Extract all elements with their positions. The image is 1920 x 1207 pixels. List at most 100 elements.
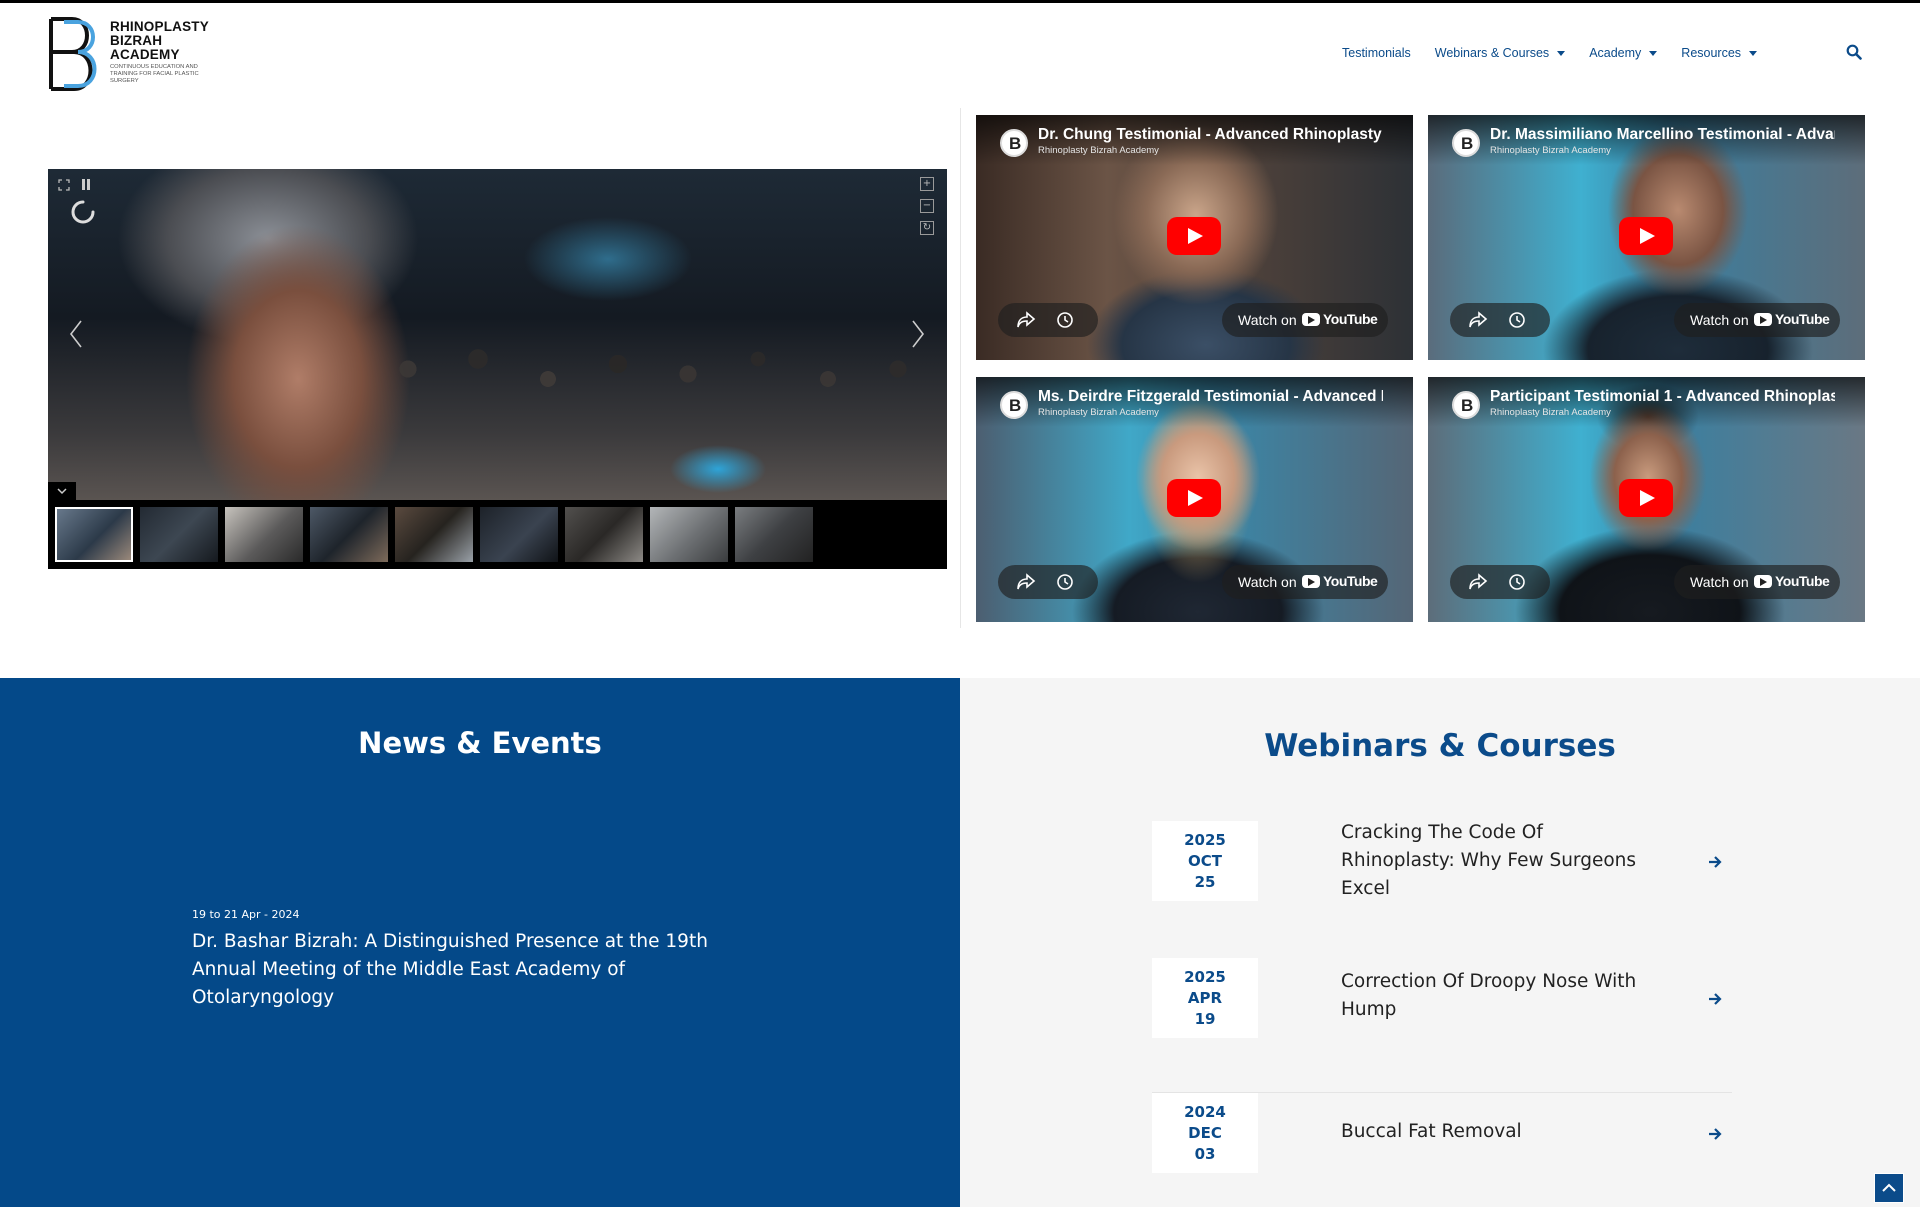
youtube-play-icon[interactable]	[1619, 217, 1673, 255]
zoom-out-icon[interactable]: −	[920, 199, 934, 213]
arrow-right-icon[interactable]	[1707, 1126, 1723, 1142]
thumbnail-3[interactable]	[225, 507, 303, 562]
thumbnail-7[interactable]	[565, 507, 643, 562]
main-nav: Testimonials Webinars & Courses Academy …	[1342, 46, 1781, 60]
fullscreen-icon[interactable]	[58, 179, 70, 191]
video-embed-2[interactable]: B Dr. Massimiliano Marcellino Testimonia…	[1428, 115, 1865, 360]
course-item[interactable]: 2025 OCT 25 Cracking The Code Of Rhinopl…	[1152, 821, 1732, 956]
video-title[interactable]: Dr. Chung Testimonial - Advanced Rhinopl…	[1038, 126, 1383, 144]
scroll-to-top-button[interactable]	[1874, 1173, 1904, 1203]
watch-on-youtube-button[interactable]: Watch on YouTube	[1222, 565, 1388, 599]
share-icon[interactable]	[1468, 573, 1488, 591]
course-day: 25	[1194, 873, 1216, 891]
course-date-badge: 2024 DEC 03	[1152, 1093, 1258, 1173]
course-title[interactable]: Cracking The Code Of Rhinoplasty: Why Fe…	[1341, 819, 1661, 903]
youtube-logo-icon	[1302, 575, 1320, 588]
zoom-in-icon[interactable]: +	[920, 177, 934, 191]
channel-avatar-icon[interactable]: B	[1000, 391, 1028, 419]
video-embed-3[interactable]: B Ms. Deirdre Fitzgerald Testimonial - A…	[976, 377, 1413, 622]
chevron-down-icon	[57, 488, 67, 495]
site-logo[interactable]: RHINOPLASTY BIZRAH ACADEMY Continuous ed…	[48, 16, 218, 92]
thumbnail-toggle[interactable]	[48, 482, 76, 500]
video-title[interactable]: Ms. Deirdre Fitzgerald Testimonial - Adv…	[1038, 388, 1383, 406]
watch-on-youtube-button[interactable]: Watch on YouTube	[1222, 303, 1388, 337]
arrow-right-icon[interactable]	[1707, 991, 1723, 1007]
slide-audience	[368, 309, 947, 459]
search-icon[interactable]	[1846, 44, 1862, 60]
clock-icon[interactable]	[1508, 573, 1526, 591]
arrow-right-icon[interactable]	[1707, 854, 1723, 870]
channel-avatar-icon[interactable]: B	[1452, 391, 1480, 419]
thumbnail-5[interactable]	[395, 507, 473, 562]
thumbnail-1[interactable]	[55, 507, 133, 562]
course-year: 2025	[1184, 831, 1226, 849]
watch-label: Watch on	[1690, 312, 1749, 328]
caret-down-icon	[1649, 50, 1658, 56]
share-icon[interactable]	[1468, 311, 1488, 329]
youtube-wordmark: YouTube	[1775, 573, 1830, 589]
video-title[interactable]: Participant Testimonial 1 - Advanced Rhi…	[1490, 388, 1835, 406]
course-day: 19	[1194, 1010, 1216, 1028]
thumbnail-6[interactable]	[480, 507, 558, 562]
nav-webinars-courses-label: Webinars & Courses	[1434, 46, 1550, 60]
clock-icon[interactable]	[1056, 573, 1074, 591]
video-actions	[1450, 565, 1550, 599]
course-item[interactable]: 2024 DEC 03 Buccal Fat Removal	[1152, 1093, 1732, 1207]
rotate-icon[interactable]: ↻	[920, 221, 934, 235]
thumbnail-8[interactable]	[650, 507, 728, 562]
channel-avatar-icon[interactable]: B	[1452, 129, 1480, 157]
thumbnail-9[interactable]	[735, 507, 813, 562]
video-embed-1[interactable]: B Dr. Chung Testimonial - Advanced Rhino…	[976, 115, 1413, 360]
slide-image	[48, 169, 947, 500]
thumbnail-4[interactable]	[310, 507, 388, 562]
loading-spinner-icon	[71, 200, 95, 224]
video-actions	[1450, 303, 1550, 337]
youtube-play-icon[interactable]	[1619, 479, 1673, 517]
thumbnail-2[interactable]	[140, 507, 218, 562]
nav-resources[interactable]: Resources	[1681, 46, 1758, 60]
course-year: 2024	[1184, 1103, 1226, 1121]
webinars-courses-section: Webinars & Courses 2025 OCT 25 Cracking …	[960, 678, 1920, 1207]
nav-testimonials[interactable]: Testimonials	[1342, 46, 1411, 60]
news-section-title: News & Events	[358, 726, 602, 760]
news-events-section: News & Events 19 to 21 Apr - 2024 Dr. Ba…	[0, 678, 960, 1207]
course-month: APR	[1187, 989, 1223, 1007]
course-title[interactable]: Correction Of Droopy Nose With Hump	[1341, 968, 1661, 1024]
video-title[interactable]: Dr. Massimiliano Marcellino Testimonial …	[1490, 126, 1835, 144]
watch-on-youtube-button[interactable]: Watch on YouTube	[1674, 303, 1840, 337]
channel-avatar-icon[interactable]: B	[1000, 129, 1028, 157]
share-icon[interactable]	[1016, 311, 1036, 329]
course-day: 03	[1194, 1145, 1216, 1163]
video-embed-4[interactable]: B Participant Testimonial 1 - Advanced R…	[1428, 377, 1865, 622]
course-month: DEC	[1188, 1124, 1222, 1142]
video-channel: Rhinoplasty Bizrah Academy	[1038, 407, 1159, 418]
watch-label: Watch on	[1690, 574, 1749, 590]
video-channel: Rhinoplasty Bizrah Academy	[1038, 145, 1159, 156]
youtube-wordmark: YouTube	[1775, 311, 1830, 327]
video-actions	[998, 565, 1098, 599]
video-channel: Rhinoplasty Bizrah Academy	[1490, 145, 1611, 156]
nav-webinars-courses[interactable]: Webinars & Courses	[1434, 46, 1566, 60]
nav-academy[interactable]: Academy	[1589, 46, 1658, 60]
logo-mark-icon	[49, 17, 97, 91]
logo-line-3: ACADEMY	[110, 47, 180, 62]
youtube-play-icon[interactable]	[1167, 479, 1221, 517]
clock-icon[interactable]	[1508, 311, 1526, 329]
webinars-section-title: Webinars & Courses	[1264, 728, 1616, 764]
clock-icon[interactable]	[1056, 311, 1074, 329]
news-headline-link[interactable]: Dr. Bashar Bizrah: A Distinguished Prese…	[192, 928, 752, 1012]
watch-on-youtube-button[interactable]: Watch on YouTube	[1674, 565, 1840, 599]
course-item[interactable]: 2025 APR 19 Correction Of Droopy Nose Wi…	[1152, 958, 1732, 1093]
pause-icon[interactable]	[80, 178, 92, 191]
chevron-right-icon[interactable]	[910, 319, 926, 349]
course-title[interactable]: Buccal Fat Removal	[1341, 1118, 1661, 1146]
course-year: 2025	[1184, 968, 1226, 986]
chevron-left-icon[interactable]	[68, 319, 84, 349]
caret-down-icon	[1557, 50, 1566, 56]
watch-label: Watch on	[1238, 312, 1297, 328]
youtube-wordmark: YouTube	[1323, 311, 1378, 327]
youtube-play-icon[interactable]	[1167, 217, 1221, 255]
news-date: 19 to 21 Apr - 2024	[192, 908, 300, 921]
image-slider[interactable]: + − ↻	[48, 169, 947, 569]
share-icon[interactable]	[1016, 573, 1036, 591]
